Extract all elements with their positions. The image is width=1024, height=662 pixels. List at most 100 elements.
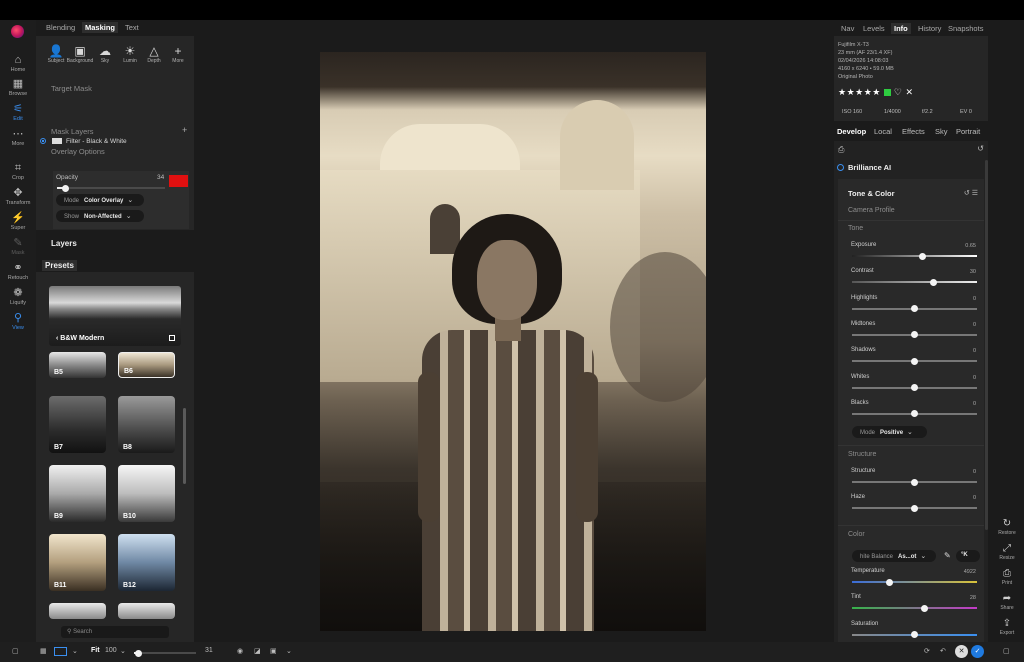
grid-view-icon[interactable] [169,335,175,341]
camera-profile-label[interactable]: Camera Profile [848,207,895,214]
presets-search-input[interactable]: ⚲ Search [61,626,169,638]
preset-thumbnail[interactable]: B7 [49,396,106,453]
shadows-slider-thumb[interactable] [911,357,918,365]
tab-masking[interactable]: Masking [82,22,119,33]
tint-slider[interactable] [852,604,977,612]
add-mask-layer-icon[interactable]: + [182,125,187,135]
chevron-down-icon[interactable]: ⌄ [72,647,78,655]
reset-icon[interactable]: ↺ [977,144,984,153]
single-view-icon[interactable] [54,647,67,656]
tab-text[interactable]: Text [125,23,139,32]
thumbnail-size-thumb[interactable] [134,649,142,657]
rail-edit[interactable]: ⚟ Edit [0,103,36,122]
saturation-slider[interactable] [852,631,977,639]
tab-portrait[interactable]: Portrait [956,127,980,136]
rail-browse[interactable]: ▦ Browse [0,78,36,97]
resize-button[interactable]: ⤢ Resize [993,543,1021,561]
compare-icon[interactable]: ◪ [254,647,261,655]
exposure-value[interactable]: 0.65 [965,243,976,249]
haze-slider[interactable] [852,504,977,512]
panel-toggle-icon[interactable]: ▢ [12,647,19,655]
rail-transform[interactable]: ✥ Transform [0,187,36,206]
shadows-value[interactable]: 0 [973,348,976,354]
presets-header[interactable]: Presets [42,260,77,271]
blacks-value[interactable]: 0 [973,401,976,407]
whites-value[interactable]: 0 [973,375,976,381]
cancel-button[interactable]: ✕ [955,645,968,658]
develop-scrollbar[interactable] [985,160,988,530]
brilliance-ai-row[interactable]: Brilliance AI [837,163,891,172]
shadows-slider[interactable] [852,357,977,365]
midtones-slider[interactable] [852,331,977,339]
whites-slider[interactable] [852,384,977,391]
print-button[interactable]: ⎙ Print [993,568,1021,586]
exposure-slider-thumb[interactable] [918,252,926,260]
temperature-slider[interactable] [852,578,977,586]
haze-value[interactable]: 0 [973,495,976,501]
tab-effects[interactable]: Effects [902,127,925,136]
contrast-value[interactable]: 30 [970,269,976,275]
before-after-icon[interactable]: ▣ [270,647,277,655]
rail-mask[interactable]: ✎ Mask [0,237,36,256]
tone-group-label[interactable]: Tone [848,225,863,232]
structure-slider[interactable] [852,478,977,486]
mask-tool-more[interactable]: + More [164,44,192,64]
rail-crop[interactable]: ⌗ Crop [0,162,36,181]
structure-group-label[interactable]: Structure [848,451,876,458]
chevron-down-icon[interactable]: ⌄ [120,647,126,655]
tone-color-title[interactable]: Tone & Color [848,189,895,198]
toggle-icon[interactable] [837,164,844,171]
rail-home[interactable]: ⌂ Home [0,54,36,73]
blacks-slider-thumb[interactable] [911,410,918,418]
mode-dropdown[interactable]: Mode Color Overlay ⌄ [56,194,144,206]
opacity-slider[interactable] [57,184,165,192]
structure-slider-thumb[interactable] [911,478,918,486]
haze-slider-thumb[interactable] [911,504,918,512]
preset-thumbnail[interactable] [118,603,175,619]
chevron-down-icon[interactable]: ⌄ [286,647,292,655]
tint-value[interactable]: 28 [970,595,976,601]
heart-icon[interactable]: ♡ [894,87,903,97]
highlights-slider[interactable] [852,305,977,313]
show-dropdown[interactable]: Show Non-Affected ⌄ [56,210,144,222]
mask-tool-sky[interactable]: ☁ Sky [91,44,119,64]
preset-thumbnail[interactable]: B12 [118,534,175,591]
preset-thumbnail[interactable]: B10 [118,465,175,522]
export-button[interactable]: ⇪ Export [993,618,1021,636]
presets-scrollbar[interactable] [183,408,186,484]
rail-view[interactable]: ⚲ View [0,312,36,331]
tab-info[interactable]: Info [891,23,911,34]
layers-header[interactable]: Layers [51,239,77,248]
preset-group-banner[interactable]: ‹ B&W Modern [49,286,181,346]
restore-button[interactable]: ↻ Restore [993,518,1021,536]
rail-more[interactable]: ⋯ More [0,128,36,147]
zoom-value[interactable]: 100 [105,647,117,654]
preset-thumbnail[interactable]: B11 [49,534,106,591]
tab-blending[interactable]: Blending [46,23,75,32]
midtones-value[interactable]: 0 [973,322,976,328]
temperature-value[interactable]: 4922 [964,569,976,575]
grid-view-icon[interactable]: ▦ [40,647,47,655]
tab-develop[interactable]: Develop [837,127,866,136]
reject-icon[interactable]: ✕ [905,87,913,97]
rail-super[interactable]: ⚡ Super [0,212,36,231]
preset-thumbnail[interactable]: B9 [49,465,106,522]
tab-levels[interactable]: Levels [863,24,885,33]
color-group-label[interactable]: Color [848,531,865,538]
rail-retouch[interactable]: ⚭ Retouch [0,262,36,281]
image-canvas[interactable] [194,20,830,642]
camera-icon[interactable]: ⎙ [838,145,844,155]
contrast-slider-thumb[interactable] [929,278,937,286]
highlights-value[interactable]: 0 [973,296,976,302]
saturation-slider-thumb[interactable] [911,631,918,639]
tint-slider-thumb[interactable] [921,604,928,612]
exposure-slider[interactable] [852,252,977,260]
fit-button[interactable]: Fit [91,647,100,654]
white-balance-dropdown[interactable]: hite Balance As...ot ⌄ [852,550,936,562]
midtones-slider-thumb[interactable] [911,331,918,339]
rail-liquify[interactable]: ❁ Liquify [0,287,36,306]
preset-thumbnail[interactable]: B8 [118,396,175,453]
whites-slider-thumb[interactable] [911,384,918,391]
blacks-slider[interactable] [852,410,977,418]
photo-preview[interactable] [320,52,706,631]
